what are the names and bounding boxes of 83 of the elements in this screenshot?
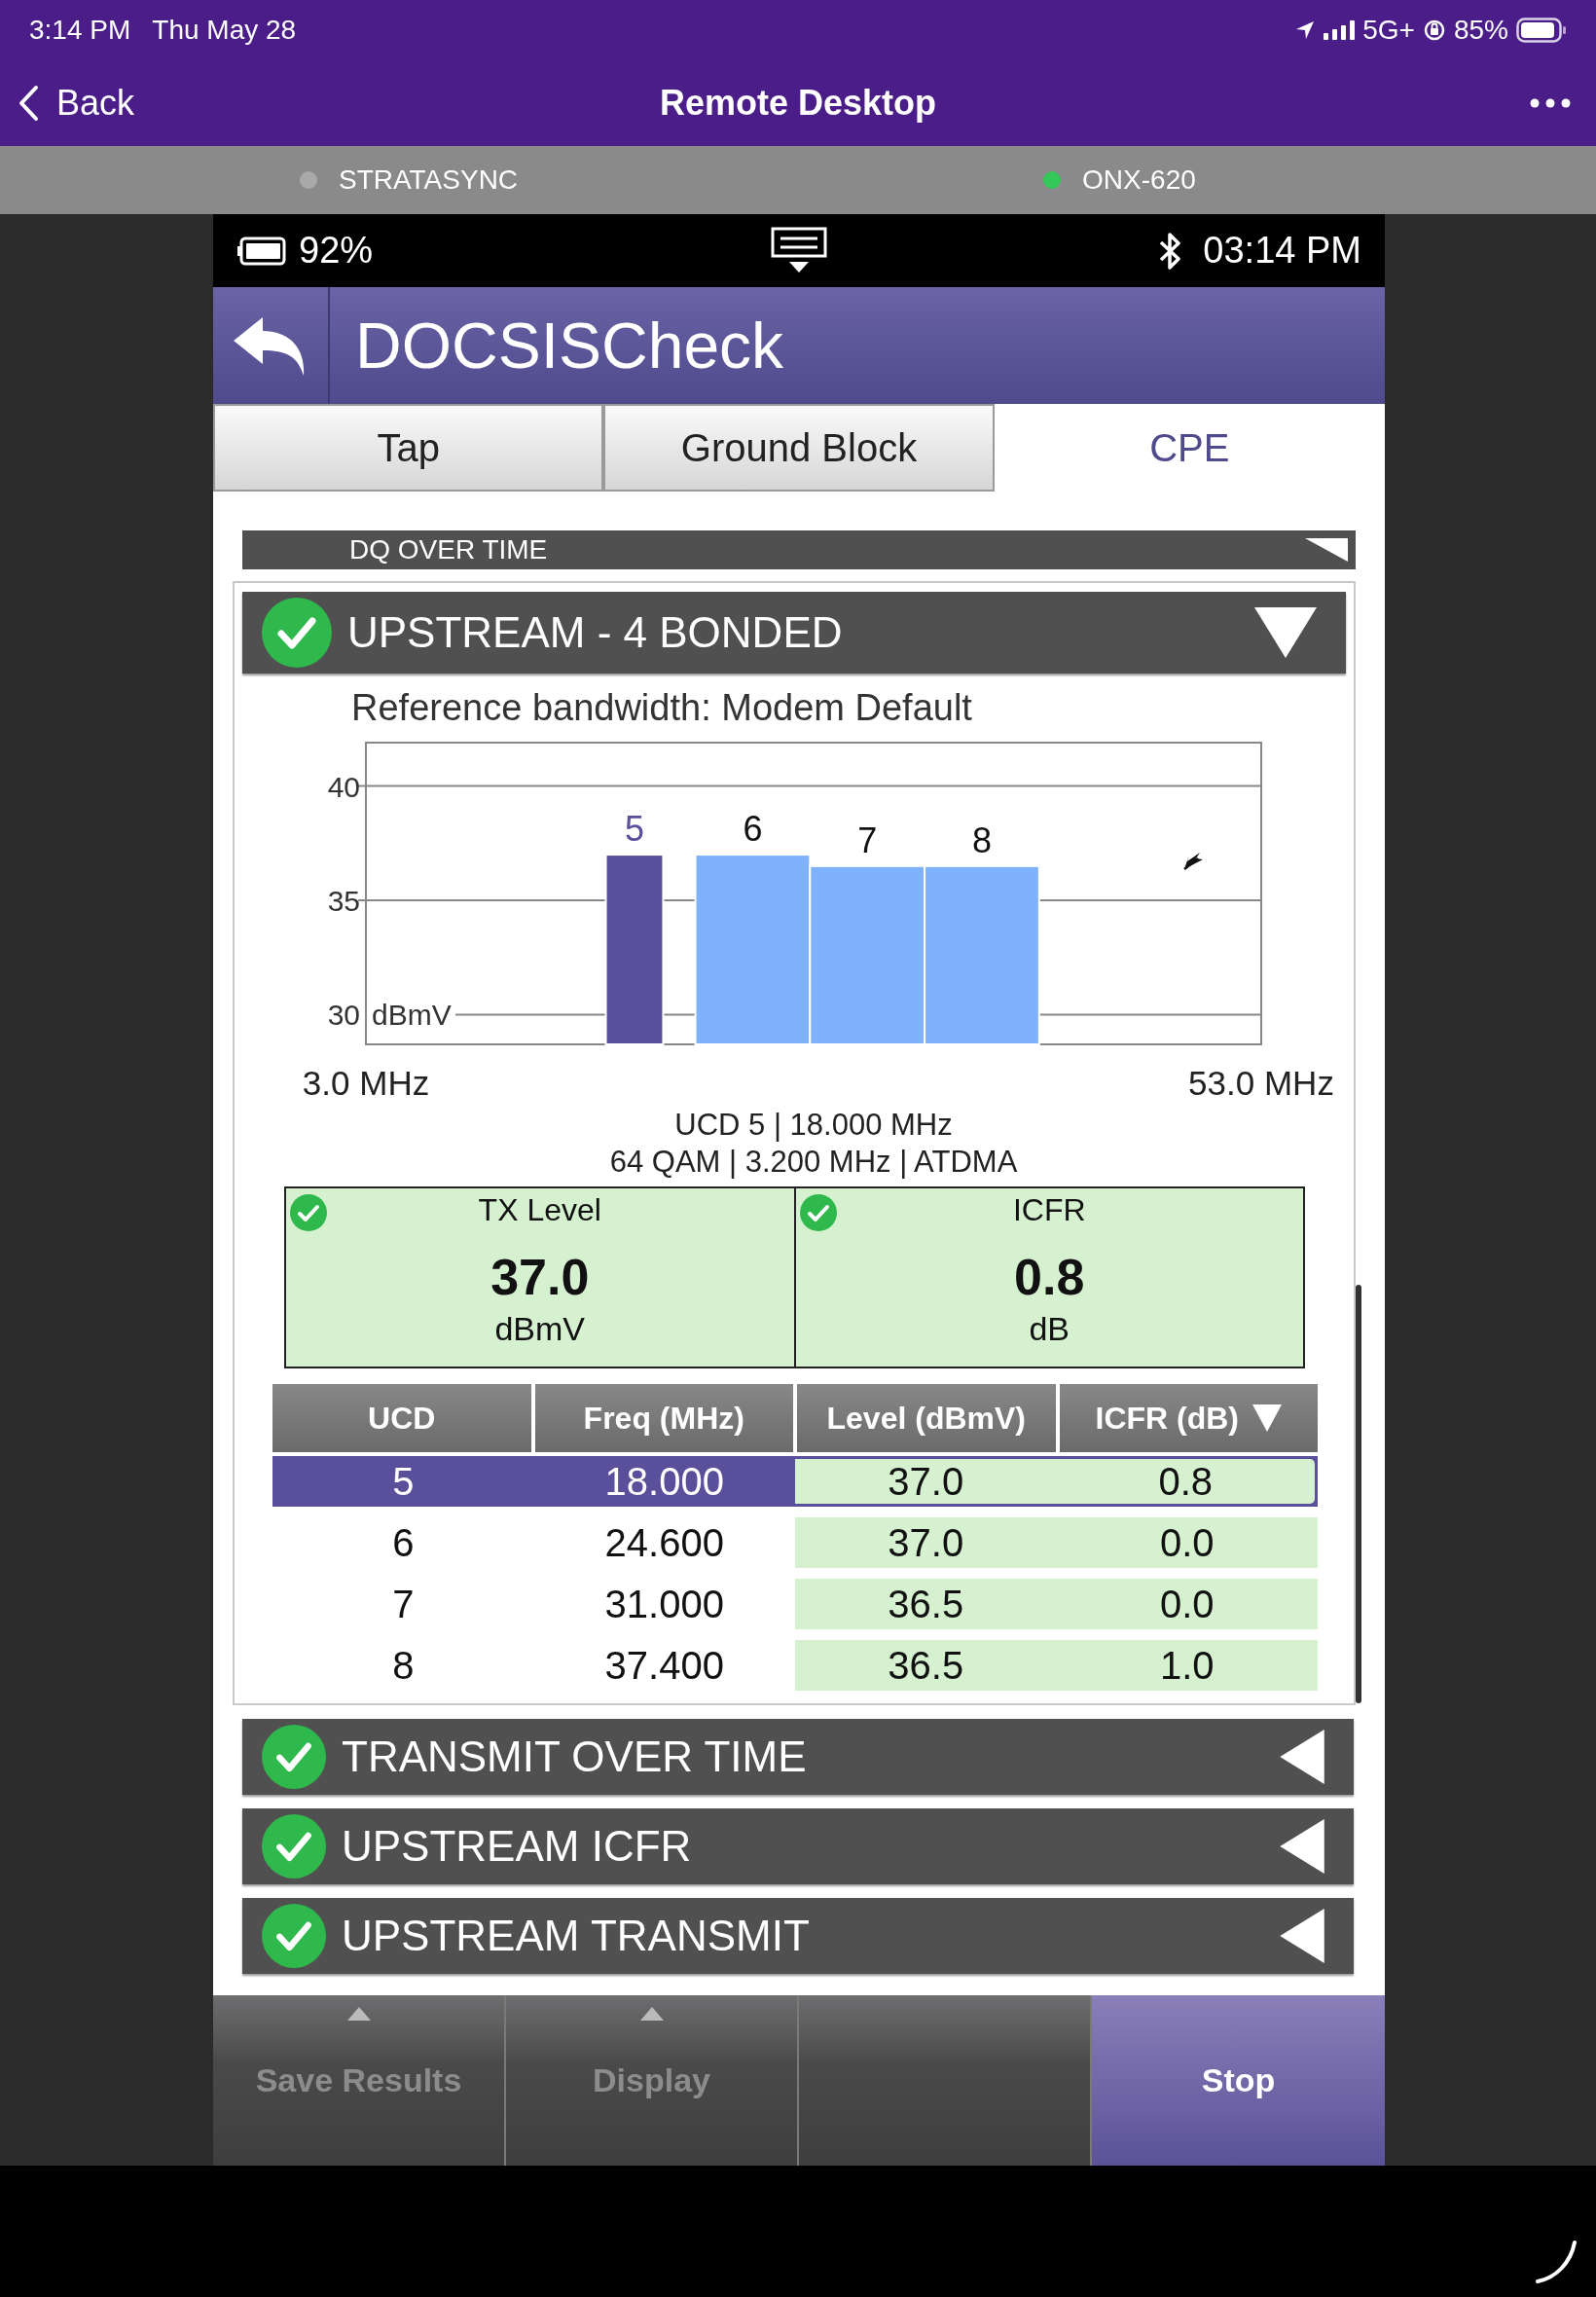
channel-label: 6: [743, 809, 763, 850]
section-header[interactable]: UPSTREAM TRANSMIT: [242, 1898, 1354, 1974]
table-cell-text: 31.000: [603, 1581, 725, 1627]
section-header[interactable]: UPSTREAM - 4 BONDED: [242, 592, 1346, 674]
reference-bandwidth: Reference bandwidth: Modem Default: [351, 687, 973, 729]
table-cell-text: 5: [391, 1458, 416, 1505]
table-cell: 37.0: [795, 1517, 1057, 1568]
table-cell: 0.0: [1056, 1517, 1318, 1568]
location-arrow-icon: [1294, 19, 1317, 41]
metric-value: 0.8: [1014, 1248, 1085, 1306]
table-cell-text: 8: [391, 1642, 416, 1689]
battery-percent: 85%: [1453, 15, 1508, 46]
channel-label: 7: [857, 820, 878, 860]
section-title: UPSTREAM TRANSMIT: [342, 1912, 811, 1960]
caret-up-icon: [639, 2007, 664, 2021]
table-cell-text: 7: [391, 1581, 416, 1627]
window-title: Remote Desktop: [659, 83, 937, 124]
date-text: Thu May 28: [152, 15, 297, 46]
metric-value: 37.0: [490, 1248, 590, 1306]
y-tick-label: 30: [327, 999, 360, 1032]
column-header[interactable]: Freq (MHz): [534, 1384, 793, 1452]
y-tick-label: 35: [327, 885, 360, 918]
x-tick-label: 3.0 MHz: [302, 1064, 430, 1102]
table-row[interactable]: 6 24.600 37.0 0.0: [272, 1517, 1318, 1568]
section-header[interactable]: DQ OVER TIME: [242, 530, 1356, 569]
device-time: 03:14 PM: [1203, 230, 1361, 272]
column-header[interactable]: ICFR (dB): [1059, 1384, 1318, 1452]
channel-info: UCD 5 | 18.000 MHz: [673, 1107, 954, 1144]
channel-label: 5: [625, 809, 644, 850]
column-label: Freq (MHz): [583, 1400, 744, 1437]
battery-icon: [1516, 18, 1567, 43]
metric-unit: dB: [1029, 1310, 1070, 1348]
network-type: 5G+: [1362, 15, 1415, 46]
table-cell: 0.8: [1056, 1456, 1318, 1507]
column-header[interactable]: UCD: [272, 1384, 531, 1452]
table-cell: 1.0: [1056, 1640, 1318, 1691]
table-cell: 37.0: [795, 1456, 1057, 1507]
column-header[interactable]: Level (dBmV): [797, 1384, 1056, 1452]
battery-icon: [236, 236, 287, 266]
metric-label: ICFR: [1012, 1192, 1086, 1228]
scrollbar[interactable]: [1356, 1285, 1361, 1703]
table-cell-text: 18.000: [603, 1458, 725, 1505]
column-label: Level (dBmV): [826, 1400, 1026, 1437]
chevron-left-icon: [18, 85, 39, 122]
metric-unit: dBmV: [494, 1310, 586, 1348]
clock-time: 3:14 PM: [29, 15, 131, 46]
back-label: Back: [56, 83, 135, 124]
battery-percent: 92%: [299, 230, 374, 272]
tab[interactable]: Ground Block: [603, 404, 995, 492]
table-cell-text: 6: [391, 1519, 416, 1566]
app-title: DOCSISCheck: [355, 309, 784, 383]
y-tick-label: 40: [327, 770, 360, 803]
x-tick-label: 53.0 MHz: [1188, 1064, 1334, 1102]
section-title: UPSTREAM - 4 BONDED: [347, 608, 844, 657]
table-cell: 36.5: [795, 1640, 1057, 1691]
caret-up-icon: [346, 2007, 371, 2021]
section-header[interactable]: TRANSMIT OVER TIME: [242, 1719, 1354, 1795]
table-cell-text: 24.600: [603, 1519, 725, 1566]
stop-button[interactable]: Stop: [1092, 1995, 1385, 2166]
table-cell-text: 37.400: [603, 1642, 725, 1689]
back-button[interactable]: Back: [18, 83, 135, 124]
more-icon: [1530, 97, 1571, 108]
metric-label: TX Level: [478, 1192, 601, 1228]
corner-arc-icon: [1534, 2239, 1578, 2283]
cursor-arrow-icon: [1183, 853, 1203, 870]
table-cell: 36.5: [795, 1579, 1057, 1629]
rotation-lock-icon: [1422, 18, 1446, 42]
table-row[interactable]: 7 31.000 36.5 0.0: [272, 1579, 1318, 1629]
section-title: TRANSMIT OVER TIME: [342, 1732, 808, 1781]
table-cell: 0.0: [1056, 1579, 1318, 1629]
column-label: ICFR (dB): [1095, 1400, 1239, 1437]
tab[interactable]: Tap: [213, 404, 604, 492]
section-title: DQ OVER TIME: [349, 534, 548, 565]
collapse-triangle-icon: [1305, 538, 1348, 562]
table-row[interactable]: 8 37.400 36.5 1.0: [272, 1640, 1318, 1691]
signal-icon: [1324, 20, 1356, 40]
y-axis-unit: dBmV: [372, 999, 452, 1032]
channel-label: 8: [971, 820, 992, 860]
section-header[interactable]: UPSTREAM ICFR: [242, 1808, 1354, 1884]
column-label: UCD: [368, 1400, 436, 1437]
table-row[interactable]: 5 18.000 37.0 0.8: [272, 1456, 1318, 1507]
section-title: UPSTREAM ICFR: [342, 1822, 693, 1871]
channel-info: 64 QAM | 3.200 MHz | ATDMA: [608, 1144, 1019, 1181]
